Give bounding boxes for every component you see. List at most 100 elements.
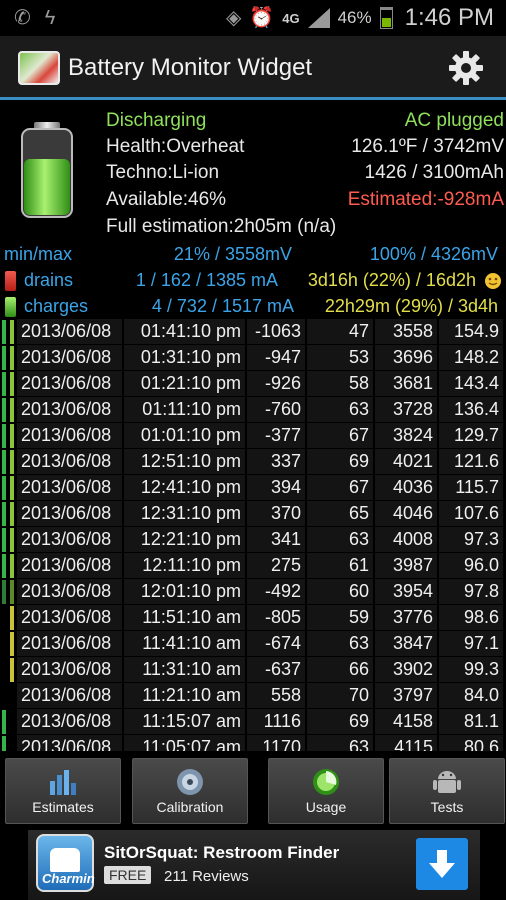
log-time: 01:11:10 pm: [124, 397, 245, 422]
log-percent: 58: [307, 371, 373, 396]
status-bar: ✆ ϟ ◈ ⏰ 4G 46% 1:46 PM: [0, 0, 506, 36]
level-indicator-bar: [10, 450, 14, 474]
log-date: 2013/06/08: [17, 657, 122, 682]
level-indicator-bar: [10, 476, 14, 500]
clock: 1:46 PM: [404, 4, 494, 31]
charges-time: 22h29m (29%) / 3d4h: [324, 296, 498, 316]
app-title: Battery Monitor Widget: [68, 54, 313, 81]
tests-button[interactable]: Tests: [389, 758, 505, 824]
log-current: -377: [247, 423, 305, 448]
log-voltage: 3987: [375, 553, 437, 578]
log-temperature: 96.0: [439, 553, 503, 578]
charge-indicator-bar: [2, 450, 6, 474]
ad-app-icon: Charmin: [36, 834, 95, 892]
level-indicator-bar: [10, 398, 14, 422]
log-current: -760: [247, 397, 305, 422]
log-time: 11:41:10 am: [124, 631, 245, 656]
missed-call-icon: ✆: [14, 7, 31, 29]
usb-icon: ϟ: [44, 7, 56, 29]
log-row: 2013/06/08 12:31:10 pm 370 65 4046 107.6: [0, 501, 506, 527]
bottom-toolbar: Estimates Calibration Usage Tests: [0, 753, 506, 825]
log-temperature: 97.1: [439, 631, 503, 656]
log-percent: 70: [307, 683, 373, 708]
log-current: 275: [247, 553, 305, 578]
ad-price-badge: FREE: [104, 866, 152, 884]
history-log[interactable]: 2013/06/08 01:41:10 pm -1063 47 3558 154.9 201…: [0, 319, 506, 751]
log-current: 558: [247, 683, 305, 708]
log-current: 1116: [247, 709, 305, 734]
charge-indicator-bar: [2, 320, 6, 344]
download-button[interactable]: [416, 838, 468, 890]
log-voltage: 4021: [375, 449, 437, 474]
log-current: -947: [247, 345, 305, 370]
log-time: 11:51:10 am: [124, 605, 245, 630]
max-value: 100% / 4326mV: [369, 244, 498, 264]
log-date: 2013/06/08: [17, 449, 122, 474]
log-row: 2013/06/08 11:21:10 am 558 70 3797 84.0: [0, 683, 506, 709]
log-voltage: 3776: [375, 605, 437, 630]
log-date: 2013/06/08: [17, 397, 122, 422]
log-date: 2013/06/08: [17, 735, 122, 751]
log-temperature: 97.3: [439, 527, 503, 552]
level-indicator-bar: [10, 554, 14, 578]
log-time: 11:05:07 am: [124, 735, 245, 751]
log-row: 2013/06/08 11:15:07 am 1116 69 4158 81.1: [0, 709, 506, 735]
battery-level-icon: [21, 122, 73, 218]
log-voltage: 4046: [375, 501, 437, 526]
charge-indicator-bar: [2, 476, 6, 500]
log-current: 341: [247, 527, 305, 552]
signal-icon: [307, 8, 330, 28]
log-current: 337: [247, 449, 305, 474]
log-voltage: 4158: [375, 709, 437, 734]
log-percent: 67: [307, 423, 373, 448]
log-current: 370: [247, 501, 305, 526]
log-temperature: 107.6: [439, 501, 503, 526]
calibration-button[interactable]: Calibration: [132, 758, 248, 824]
log-current: -1063: [247, 319, 305, 344]
log-voltage: 3728: [375, 397, 437, 422]
log-row: 2013/06/08 01:11:10 pm -760 63 3728 136.4: [0, 397, 506, 423]
estimates-button[interactable]: Estimates: [5, 758, 121, 824]
log-row: 2013/06/08 12:11:10 pm 275 61 3987 96.0: [0, 553, 506, 579]
title-bar: Battery Monitor Widget: [0, 36, 506, 100]
log-date: 2013/06/08: [17, 345, 122, 370]
charge-state: Discharging: [106, 110, 207, 131]
charge-indicator-bar: [2, 684, 6, 708]
log-time: 12:31:10 pm: [124, 501, 245, 526]
level-indicator-bar: [10, 606, 14, 630]
charge-indicator-bar: [2, 580, 6, 604]
log-temperature: 81.1: [439, 709, 503, 734]
drains-label: drains: [24, 270, 74, 290]
log-voltage: 3902: [375, 657, 437, 682]
min-value: 21% / 3558mV: [173, 244, 292, 264]
log-voltage: 4008: [375, 527, 437, 552]
capacity: 1426 / 3100mAh: [364, 162, 504, 183]
log-row: 2013/06/08 12:01:10 pm -492 60 3954 97.8: [0, 579, 506, 605]
smiley-icon: [485, 273, 501, 289]
log-date: 2013/06/08: [17, 501, 122, 526]
usage-button[interactable]: Usage: [268, 758, 384, 824]
network-type: 4G: [282, 10, 300, 26]
drain-battery-icon: [5, 271, 16, 291]
log-voltage: 3797: [375, 683, 437, 708]
ad-title[interactable]: SitOrSquat: Restroom Finder: [104, 843, 339, 863]
log-temperature: 97.8: [439, 579, 503, 604]
gear-icon[interactable]: [448, 50, 484, 86]
usage-icon: [313, 769, 339, 795]
level-indicator-bar: [10, 684, 14, 708]
log-percent: 69: [307, 709, 373, 734]
tests-label: Tests: [430, 799, 464, 815]
log-temperature: 84.0: [439, 683, 503, 708]
log-current: -637: [247, 657, 305, 682]
log-row: 2013/06/08 01:01:10 pm -377 67 3824 129.7: [0, 423, 506, 449]
ad-banner[interactable]: Charmin SitOrSquat: Restroom Finder FREE…: [0, 830, 506, 900]
log-row: 2013/06/08 11:41:10 am -674 63 3847 97.1: [0, 631, 506, 657]
estimates-label: Estimates: [32, 799, 94, 815]
minmax-row: min/max 21% / 3558mV 100% / 4326mV: [0, 242, 506, 268]
ad-container[interactable]: Charmin SitOrSquat: Restroom Finder FREE…: [28, 830, 480, 900]
charge-indicator-bar: [2, 632, 6, 656]
log-time: 11:21:10 am: [124, 683, 245, 708]
log-current: 1170: [247, 735, 305, 751]
log-voltage: 3824: [375, 423, 437, 448]
charge-indicator-bar: [2, 398, 6, 422]
